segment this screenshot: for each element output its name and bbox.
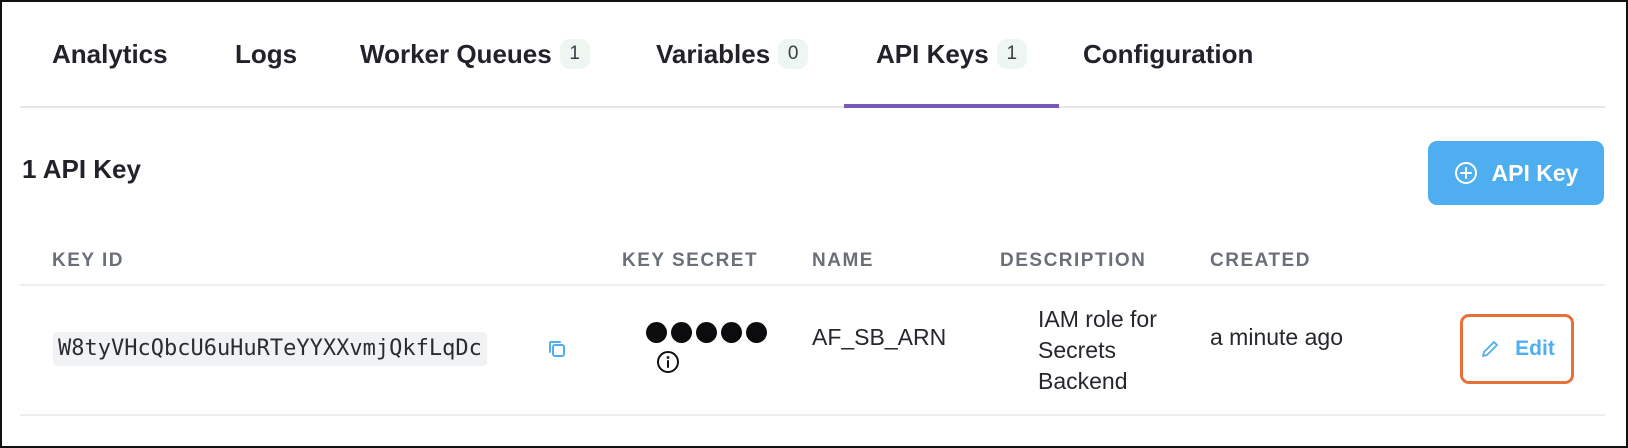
key-created-value: a minute ago [1210, 324, 1343, 350]
tab-label: API Keys [876, 38, 989, 69]
tab-label: Analytics [52, 38, 168, 69]
column-header-description: DESCRIPTION [1000, 250, 1147, 271]
secret-dot [721, 322, 742, 343]
add-api-key-button[interactable]: API Key [1428, 141, 1604, 205]
tab-logs[interactable]: Logs [235, 2, 297, 106]
tab-api-keys[interactable]: API Keys 1 [844, 2, 1059, 108]
tab-count-badge: 1 [996, 39, 1027, 69]
edit-label: Edit [1515, 337, 1555, 360]
plus-circle-icon [1454, 162, 1477, 184]
secret-dot [671, 322, 692, 343]
add-api-key-label: API Key [1491, 159, 1579, 186]
column-header-key-secret: KEY SECRET [622, 250, 759, 271]
column-header-created: CREATED [1210, 250, 1311, 271]
tab-worker-queues[interactable]: Worker Queues 1 [360, 2, 590, 106]
tab-label: Logs [235, 38, 298, 69]
tab-bar: Analytics Logs Worker Queues 1 Variables… [20, 2, 1605, 108]
key-description-value: IAM role for Secrets Backend [1038, 306, 1157, 394]
page-title: 1 API Key [22, 154, 141, 184]
secret-dot [646, 322, 667, 343]
key-id-value: W8tyVHcQbcU6uHuRTeYYXXvmjQkfLqDc [53, 332, 487, 366]
tab-label: Worker Queues [360, 38, 552, 69]
pencil-icon [1482, 341, 1499, 357]
info-icon[interactable] [656, 350, 680, 374]
column-header-name: NAME [812, 250, 874, 271]
tab-configuration[interactable]: Configuration [1083, 2, 1253, 106]
column-header-key-id: KEY ID [52, 250, 125, 271]
api-keys-panel: Analytics Logs Worker Queues 1 Variables… [0, 0, 1628, 448]
edit-button[interactable]: Edit [1460, 314, 1574, 384]
secret-dot [696, 322, 717, 343]
tab-count-badge: 1 [559, 39, 590, 69]
tab-label: Configuration [1083, 38, 1254, 69]
masked-secret [646, 322, 767, 343]
tab-count-badge: 0 [778, 39, 809, 69]
key-name-value: AF_SB_ARN [812, 324, 947, 350]
table-row: W8tyVHcQbcU6uHuRTeYYXXvmjQkfLqDc AF_SB_A… [20, 286, 1605, 416]
secret-dot [746, 322, 767, 343]
tab-variables[interactable]: Variables 0 [656, 2, 809, 106]
tab-label: Variables [656, 38, 771, 69]
table-header: KEY ID KEY SECRET NAME DESCRIPTION CREAT… [20, 238, 1605, 286]
tab-analytics[interactable]: Analytics [52, 2, 168, 106]
copy-icon[interactable] [546, 338, 568, 360]
